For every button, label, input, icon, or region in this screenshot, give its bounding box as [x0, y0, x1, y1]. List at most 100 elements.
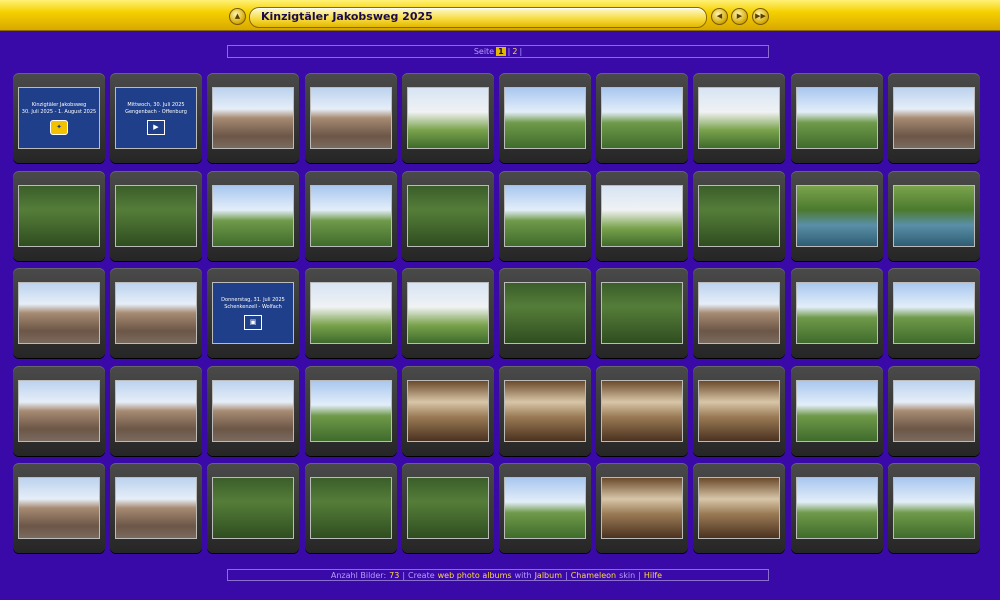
thumbnail-hill-village[interactable]: [888, 463, 980, 553]
thumbnail-forest-trail[interactable]: [305, 463, 397, 553]
thumbnail-image[interactable]: [212, 185, 294, 247]
thumbnail-image[interactable]: [18, 380, 100, 442]
thumbnail-jakobsweg-sign[interactable]: [693, 73, 785, 163]
thumbnail-fountain[interactable]: [13, 463, 105, 553]
thumbnail-image[interactable]: [407, 185, 489, 247]
thumbnail-image[interactable]: [310, 477, 392, 539]
thumbnail-image[interactable]: [18, 282, 100, 344]
thumbnail-image[interactable]: [504, 282, 586, 344]
thumbnail-image[interactable]: [601, 185, 683, 247]
thumbnail-image[interactable]: Donnerstag, 31. Juli 2025 Schenkenzell - …: [212, 282, 294, 344]
thumbnail-text-slide-3[interactable]: Donnerstag, 31. Juli 2025 Schenkenzell - …: [207, 268, 299, 358]
thumbnail-river-path[interactable]: [791, 171, 883, 261]
thumbnail-image[interactable]: Mittwoch, 30. Juli 2025 Gengenbach - Offe…: [115, 87, 197, 149]
thumbnail-meadow-trees[interactable]: [596, 268, 688, 358]
thumbnail-image[interactable]: [310, 282, 392, 344]
thumbnail-cabin[interactable]: [110, 463, 202, 553]
thumbnail-image[interactable]: [212, 87, 294, 149]
thumbnail-red-barn[interactable]: [888, 73, 980, 163]
thumbnail-image[interactable]: [893, 477, 975, 539]
home-up-icon[interactable]: ▲: [229, 8, 246, 25]
thumbnail-image[interactable]: [115, 282, 197, 344]
thumbnail-church-ceiling[interactable]: [693, 366, 785, 456]
thumbnail-image[interactable]: [698, 185, 780, 247]
thumbnail-image[interactable]: [115, 185, 197, 247]
thumbnail-info-board[interactable]: [305, 268, 397, 358]
thumbnail-image[interactable]: [796, 380, 878, 442]
thumbnail-image[interactable]: [310, 380, 392, 442]
thumbnail-image[interactable]: [698, 87, 780, 149]
previous-icon[interactable]: ◀: [711, 8, 728, 25]
thumbnail-monastery-road[interactable]: [13, 366, 105, 456]
thumbnail-meadow[interactable]: [499, 171, 591, 261]
thumbnail-image[interactable]: [212, 380, 294, 442]
thumbnail-image[interactable]: [18, 477, 100, 539]
help-link[interactable]: Hilfe: [644, 571, 662, 580]
thumbnail-monastery[interactable]: [110, 366, 202, 456]
thumbnail-gravel-path[interactable]: [596, 73, 688, 163]
thumbnail-image[interactable]: [893, 185, 975, 247]
web-albums-link[interactable]: web photo albums: [438, 571, 512, 580]
thumbnail-signpost[interactable]: [596, 171, 688, 261]
thumbnail-image[interactable]: [601, 282, 683, 344]
thumbnail-stone-arch[interactable]: [207, 366, 299, 456]
jalbum-link[interactable]: Jalbum: [535, 571, 562, 580]
thumbnail-image[interactable]: [796, 185, 878, 247]
thumbnail-image[interactable]: [601, 87, 683, 149]
thumbnail-insect-hotel[interactable]: [13, 171, 105, 261]
thumbnail-tree-stump[interactable]: [499, 268, 591, 358]
thumbnail-chapel-hillside[interactable]: [791, 366, 883, 456]
thumbnail-text-slide-2[interactable]: Mittwoch, 30. Juli 2025 Gengenbach - Offe…: [110, 73, 202, 163]
thumbnail-river[interactable]: [888, 171, 980, 261]
thumbnail-image[interactable]: [698, 380, 780, 442]
next-icon[interactable]: ▶: [731, 8, 748, 25]
thumbnail-image[interactable]: [698, 282, 780, 344]
thumbnail-chapel-interior[interactable]: [596, 463, 688, 553]
thumbnail-image[interactable]: [115, 380, 197, 442]
thumbnail-image[interactable]: [601, 477, 683, 539]
thumbnail-farm-path[interactable]: [791, 73, 883, 163]
thumbnail-image[interactable]: [893, 282, 975, 344]
skin-link[interactable]: Chameleon: [571, 571, 616, 580]
thumbnail-image[interactable]: [796, 477, 878, 539]
thumbnail-image[interactable]: [504, 185, 586, 247]
thumbnail-town-gate[interactable]: [207, 73, 299, 163]
thumbnail-red-church[interactable]: [110, 268, 202, 358]
thumbnail-image[interactable]: [310, 185, 392, 247]
thumbnail-forest-edge[interactable]: [110, 171, 202, 261]
thumbnail-town-square[interactable]: [305, 73, 397, 163]
thumbnail-image[interactable]: [18, 185, 100, 247]
thumbnail-abbey-garden[interactable]: [305, 366, 397, 456]
thumbnail-image[interactable]: [698, 477, 780, 539]
thumbnail-memorial-sign[interactable]: [402, 268, 494, 358]
thumbnail-farm-road[interactable]: [207, 171, 299, 261]
thumbnail-rock-wall[interactable]: [888, 268, 980, 358]
thumbnail-tree-trunk[interactable]: [402, 171, 494, 261]
thumbnail-image[interactable]: [796, 87, 878, 149]
thumbnail-valley-road[interactable]: [791, 268, 883, 358]
thumbnail-image[interactable]: [504, 477, 586, 539]
thumbnail-street-sign[interactable]: [693, 171, 785, 261]
thumbnail-image[interactable]: [893, 380, 975, 442]
thumbnail-church-nave[interactable]: [499, 366, 591, 456]
thumbnail-image[interactable]: [212, 477, 294, 539]
thumbnail-image[interactable]: [407, 87, 489, 149]
thumbnail-vineyard-view[interactable]: [305, 171, 397, 261]
thumbnail-image[interactable]: [407, 282, 489, 344]
thumbnail-image[interactable]: Kinzigtäler Jakobsweg 30. Juli 2025 - 1. …: [18, 87, 100, 149]
thumbnail-timber-house[interactable]: [693, 268, 785, 358]
thumbnail-image[interactable]: [115, 477, 197, 539]
thumbnail-image[interactable]: [407, 477, 489, 539]
thumbnail-rock-in-forest[interactable]: [402, 463, 494, 553]
thumbnail-forest-path[interactable]: [207, 463, 299, 553]
thumbnail-field-path[interactable]: [499, 73, 591, 163]
thumbnail-chapel-vault[interactable]: [693, 463, 785, 553]
thumbnail-church-interior-wood[interactable]: [402, 366, 494, 456]
thumbnail-image[interactable]: [407, 380, 489, 442]
thumbnail-statue[interactable]: [791, 463, 883, 553]
thumbnail-small-chapel[interactable]: [499, 463, 591, 553]
thumbnail-half-timbered-house[interactable]: [888, 366, 980, 456]
thumbnail-church-altar[interactable]: [596, 366, 688, 456]
thumbnail-image[interactable]: [893, 87, 975, 149]
thumbnail-image[interactable]: [796, 282, 878, 344]
